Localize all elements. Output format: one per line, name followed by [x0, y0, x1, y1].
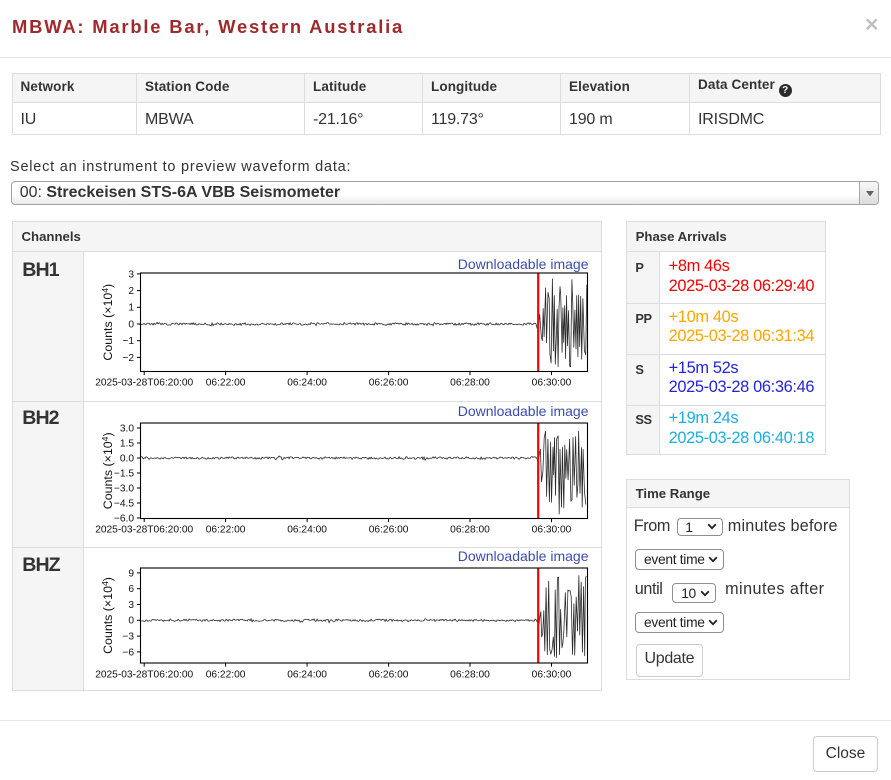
- svg-text:06:22:00: 06:22:00: [206, 378, 246, 389]
- svg-text:−6: −6: [122, 647, 134, 658]
- svg-text:06:30:00: 06:30:00: [532, 525, 572, 536]
- svg-text:−3: −3: [122, 632, 134, 643]
- svg-text:Counts (×104): Counts (×104): [100, 432, 115, 509]
- svg-text:3: 3: [128, 600, 134, 611]
- svg-text:−2: −2: [122, 353, 134, 364]
- svg-text:06:26:00: 06:26:00: [369, 670, 409, 681]
- svg-text:−3.0: −3.0: [114, 483, 134, 494]
- svg-text:06:30:00: 06:30:00: [532, 670, 572, 681]
- svg-text:−1: −1: [122, 336, 134, 347]
- svg-text:06:22:00: 06:22:00: [206, 525, 246, 536]
- svg-text:0.0: 0.0: [120, 453, 134, 464]
- svg-text:3.0: 3.0: [120, 423, 134, 434]
- svg-text:06:24:00: 06:24:00: [287, 670, 327, 681]
- svg-text:0: 0: [128, 616, 134, 627]
- svg-text:9: 9: [128, 568, 134, 579]
- svg-text:06:24:00: 06:24:00: [287, 525, 327, 536]
- svg-text:Counts (×104): Counts (×104): [100, 577, 115, 654]
- svg-text:06:28:00: 06:28:00: [450, 525, 490, 536]
- svg-text:2025-03-28T06:20:00: 2025-03-28T06:20:00: [95, 378, 193, 389]
- svg-text:06:28:00: 06:28:00: [450, 378, 490, 389]
- svg-text:0: 0: [128, 319, 134, 330]
- svg-text:06:22:00: 06:22:00: [206, 670, 246, 681]
- svg-text:06:28:00: 06:28:00: [450, 670, 490, 681]
- svg-text:6: 6: [128, 584, 134, 595]
- svg-text:Counts (×104): Counts (×104): [100, 284, 115, 361]
- svg-text:06:30:00: 06:30:00: [532, 378, 572, 389]
- svg-text:1: 1: [128, 303, 134, 314]
- svg-text:2025-03-28T06:20:00: 2025-03-28T06:20:00: [95, 525, 193, 536]
- svg-text:2025-03-28T06:20:00: 2025-03-28T06:20:00: [95, 670, 193, 681]
- svg-text:−4.5: −4.5: [114, 498, 134, 509]
- svg-text:06:26:00: 06:26:00: [369, 525, 409, 536]
- svg-text:−1.5: −1.5: [114, 468, 134, 479]
- svg-text:−6.0: −6.0: [114, 513, 134, 524]
- svg-text:1.5: 1.5: [120, 438, 134, 449]
- svg-text:2: 2: [128, 286, 134, 297]
- svg-text:06:24:00: 06:24:00: [287, 378, 327, 389]
- svg-text:06:26:00: 06:26:00: [369, 378, 409, 389]
- svg-text:3: 3: [128, 269, 134, 280]
